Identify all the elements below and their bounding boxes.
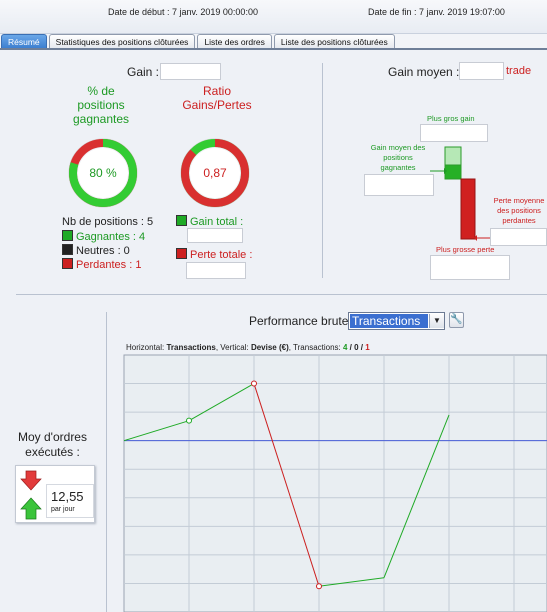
plus-gros-gain-label: Plus gros gain [427,114,475,123]
wrench-icon[interactable]: 🔧 [449,312,464,328]
nb-positions: Nb de positions : 5 [62,216,154,228]
start-date-label: Date de début : 7 janv. 2019 00:00:00 [108,7,258,17]
report-header: Date de début : 7 janv. 2019 00:00:00 Da… [0,0,547,34]
tab-closed-positions-list[interactable]: Liste des positions clôturées [273,34,395,48]
gain-moyen-label: Gain moyen : [388,65,460,79]
orders-value: 12,55 [51,489,84,504]
gain-total-label: Gain total : [176,215,243,228]
ratio-value: 0,87 [203,166,227,180]
tab-closed-positions-stats[interactable]: Statistiques des positions clôturées [48,34,196,48]
orders-unit: par jour [51,506,75,513]
legend-gagnantes: Gagnantes : 4 [62,230,145,243]
orders-card: 12,55 par jour [15,465,95,523]
performance-chart: Horizontal: Transactions, Vertical: Devi… [107,337,547,612]
performance-select-value: Transactions [350,314,428,328]
gain-moyen-unit: trade [506,65,532,77]
plus-grosse-perte-label: Plus grosse perte [436,245,495,254]
plus-gros-gain-field [420,124,488,142]
win-pct-title: % de positions gagnantes [72,84,130,126]
perte-totale-field [186,262,246,279]
performance-label: Performance brute [249,314,349,328]
gain-loss-diagram [430,146,490,241]
perte-totale-label: Perte totale : [176,248,252,261]
gain-moyen-positions-label: Gain moyen des positions gagnantes [370,143,426,172]
chart-info: Horizontal: Transactions, Vertical: Devi… [126,343,370,352]
tab-order-list[interactable]: Liste des ordres [197,34,272,48]
gain-moyen-positions-field [364,174,434,196]
data-point [186,417,192,424]
green-square-icon [176,215,187,226]
tab-resume[interactable]: Résumé [1,34,47,48]
up-down-arrows-icon [20,470,42,520]
ratio-title: Ratio Gains/Pertes [182,84,252,112]
gain-label: Gain : [127,65,160,79]
orders-value-box: 12,55 par jour [46,484,94,518]
tab-bar: Résumé Statistiques des positions clôtur… [0,34,547,49]
perte-moyenne-field [490,228,547,246]
horizontal-divider [16,294,547,295]
plus-grosse-perte-field [430,255,510,280]
legend-neutres: Neutres : 0 [62,244,130,257]
end-date-label: Date de fin : 7 janv. 2019 19:07:00 [368,7,505,17]
data-point [251,380,257,387]
perte-moyenne-label: Perte moyenne des positions perdantes [493,196,545,225]
plot-background [123,354,547,612]
gain-field [160,63,221,80]
chart-svg [123,354,547,612]
red-square-icon [176,248,187,259]
orders-label: Moy d'ordres exécutés : [18,430,87,459]
win-pct-value: 80 % [89,166,117,180]
gain-moyen-field [459,62,504,80]
performance-select[interactable]: Transactions ▼ [348,312,445,330]
legend-perdantes: Perdantes : 1 [62,258,141,271]
chevron-down-icon[interactable]: ▼ [429,314,444,328]
green-square-icon [62,230,73,241]
gain-total-field [187,228,243,243]
section-divider [322,63,323,278]
black-square-icon [62,244,73,255]
red-square-icon [62,258,73,269]
data-point [316,583,322,590]
